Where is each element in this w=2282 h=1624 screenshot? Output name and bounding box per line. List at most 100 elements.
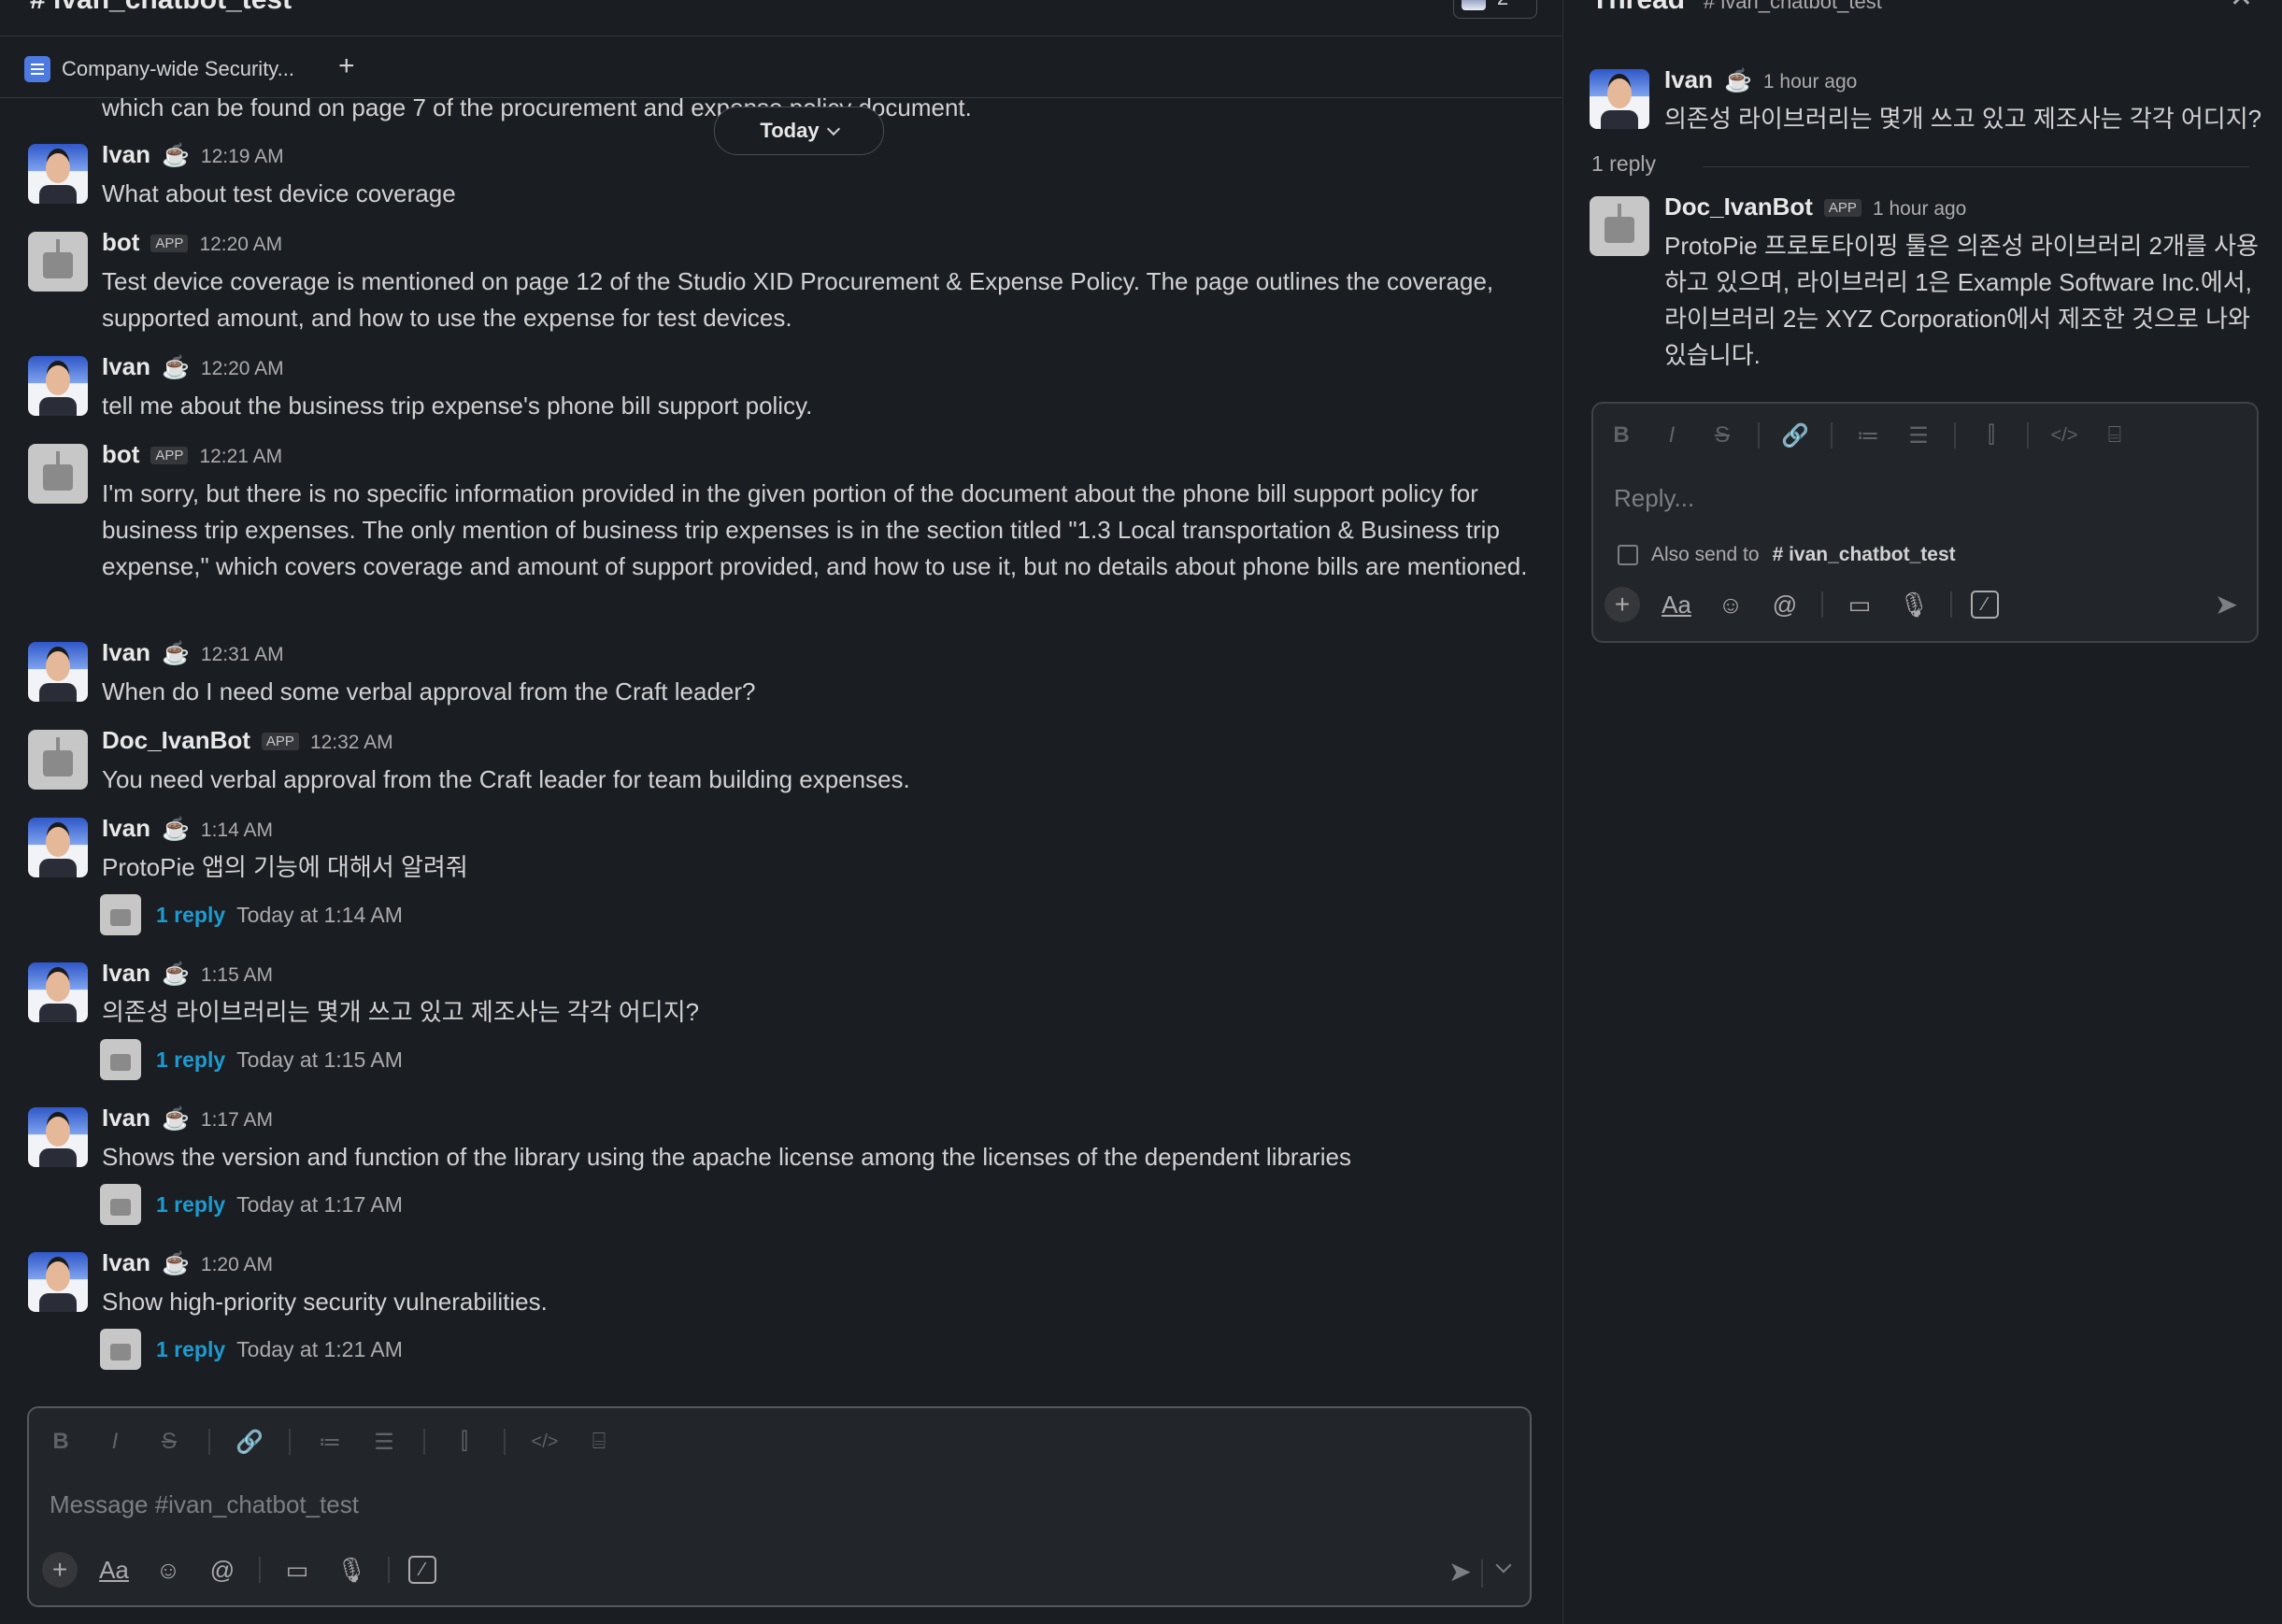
sender-name[interactable]: Ivan xyxy=(102,352,150,381)
message-input[interactable]: Message #ivan_chatbot_test xyxy=(50,1490,359,1519)
formatting-toggle-icon[interactable]: Aa xyxy=(96,1552,132,1588)
formatting-toolbar: B I S 🔗 ≔ ☰ ⫿ </> ⌸ xyxy=(46,1427,614,1457)
message-time[interactable]: 12:21 AM xyxy=(199,446,282,468)
thread-replies[interactable]: 1 reply Today at 1:14 AM xyxy=(100,894,403,935)
avatar[interactable] xyxy=(28,1107,88,1167)
add-bookmark-button[interactable]: + xyxy=(338,50,355,82)
thread-replies[interactable]: 1 reply Today at 1:21 AM xyxy=(100,1329,403,1370)
reply-count-link[interactable]: 1 reply xyxy=(156,1192,225,1218)
mention-icon[interactable]: @ xyxy=(205,1552,240,1588)
bullet-list-icon[interactable]: ☰ xyxy=(1904,420,1933,450)
microphone-icon[interactable]: 🎙 xyxy=(1896,587,1932,622)
avatar[interactable] xyxy=(28,818,88,877)
message-time[interactable]: 1:14 AM xyxy=(201,819,273,842)
emoji-icon[interactable]: ☺ xyxy=(150,1552,186,1588)
code-block-icon[interactable]: ⌸ xyxy=(584,1427,614,1457)
bold-icon[interactable]: B xyxy=(46,1427,76,1457)
avatar[interactable] xyxy=(28,356,88,416)
message-list[interactable]: which can be found on page 7 of the proc… xyxy=(0,97,1562,1396)
also-send-checkbox[interactable] xyxy=(1618,545,1638,565)
avatar[interactable] xyxy=(28,1252,88,1312)
avatar[interactable] xyxy=(28,642,88,702)
sender-name[interactable]: Ivan xyxy=(102,814,150,843)
reply-composer[interactable]: B I S 🔗 ≔ ☰ ⫿ </> ⌸ Reply... Also send t… xyxy=(1591,402,2259,643)
member-count: 2 xyxy=(1497,0,1508,10)
toolbar-divider xyxy=(2027,422,2029,449)
send-icon[interactable]: ➤ xyxy=(1448,1556,1472,1588)
also-send-option[interactable]: Also send to # ivan_chatbot_test xyxy=(1618,544,1956,566)
mention-icon[interactable]: @ xyxy=(1767,587,1803,622)
emoji-icon[interactable]: ☺ xyxy=(1713,587,1748,622)
close-icon[interactable]: ✕ xyxy=(2230,0,2253,15)
message-time[interactable]: 12:31 AM xyxy=(201,644,284,666)
sender-name[interactable]: Ivan xyxy=(1664,65,1713,94)
send-icon[interactable]: ➤ xyxy=(2215,589,2238,621)
sender-name[interactable]: Doc_IvanBot xyxy=(1664,192,1813,221)
strikethrough-icon[interactable]: S xyxy=(154,1427,184,1457)
message-composer[interactable]: B I S 🔗 ≔ ☰ ⫿ </> ⌸ Message #ivan_chatbo… xyxy=(27,1406,1532,1607)
date-jump-button[interactable]: Today xyxy=(714,107,884,155)
slash-command-icon[interactable]: ⁄ xyxy=(408,1556,436,1584)
blockquote-icon[interactable]: ⫿ xyxy=(1976,420,2006,450)
blockquote-icon[interactable]: ⫿ xyxy=(449,1427,479,1457)
bold-icon[interactable]: B xyxy=(1606,420,1636,450)
bookmark-doc[interactable]: Company-wide Security... xyxy=(24,54,294,84)
video-icon[interactable]: ▭ xyxy=(279,1552,315,1588)
link-icon[interactable]: 🔗 xyxy=(235,1427,264,1457)
chevron-down-icon[interactable] xyxy=(1495,1557,1512,1574)
message-time[interactable]: 12:19 AM xyxy=(201,146,284,168)
avatar[interactable] xyxy=(28,232,88,292)
message-time[interactable]: 12:20 AM xyxy=(199,234,282,256)
code-block-icon[interactable]: ⌸ xyxy=(2100,420,2130,450)
code-icon[interactable]: </> xyxy=(2049,420,2079,450)
formatting-toggle-icon[interactable]: Aa xyxy=(1659,587,1694,622)
message-time[interactable]: 1 hour ago xyxy=(1873,198,1966,221)
attach-plus-button[interactable]: + xyxy=(42,1552,78,1588)
avatar[interactable] xyxy=(28,144,88,204)
message-time[interactable]: 1:15 AM xyxy=(201,964,273,987)
microphone-icon[interactable]: 🎙 xyxy=(334,1552,369,1588)
italic-icon[interactable]: I xyxy=(100,1427,130,1457)
code-icon[interactable]: </> xyxy=(530,1427,560,1457)
thread-header: Thread # ivan_chatbot_test ✕ xyxy=(1563,0,2282,36)
sender-name[interactable]: Ivan xyxy=(102,959,150,988)
reply-count-link[interactable]: 1 reply xyxy=(156,1337,225,1362)
message-text: Test device coverage is mentioned on pag… xyxy=(102,267,1494,332)
sender-name[interactable]: Ivan xyxy=(102,1104,150,1133)
message-time[interactable]: 1:17 AM xyxy=(201,1109,273,1132)
strikethrough-icon[interactable]: S xyxy=(1707,420,1737,450)
thread-replies[interactable]: 1 reply Today at 1:17 AM xyxy=(100,1184,403,1225)
avatar[interactable] xyxy=(28,730,88,790)
avatar[interactable] xyxy=(28,962,88,1022)
bullet-list-icon[interactable]: ☰ xyxy=(369,1427,399,1457)
message-time[interactable]: 1:20 AM xyxy=(201,1254,273,1276)
message-time[interactable]: 1 hour ago xyxy=(1763,71,1857,93)
sender-name[interactable]: Ivan xyxy=(102,638,150,667)
reply-count-link[interactable]: 1 reply xyxy=(156,1047,225,1073)
video-icon[interactable]: ▭ xyxy=(1842,587,1877,622)
italic-icon[interactable]: I xyxy=(1657,420,1687,450)
avatar[interactable] xyxy=(28,444,88,504)
sender-name[interactable]: bot xyxy=(102,228,139,257)
reply-count-link[interactable]: 1 reply xyxy=(156,903,225,928)
sender-name[interactable]: Ivan xyxy=(102,1248,150,1277)
message-time[interactable]: 12:32 AM xyxy=(310,732,393,754)
thread-replies[interactable]: 1 reply Today at 1:15 AM xyxy=(100,1039,403,1080)
slash-command-icon[interactable]: ⁄ xyxy=(1971,591,1999,619)
avatar xyxy=(1462,0,1486,10)
channel-title[interactable]: # ivan_chatbot_test xyxy=(30,0,292,19)
message-time[interactable]: 12:20 AM xyxy=(201,358,284,380)
sender-name[interactable]: Ivan xyxy=(102,140,150,169)
sender-name[interactable]: Doc_IvanBot xyxy=(102,726,250,755)
members-button[interactable]: 2 xyxy=(1453,0,1537,19)
thread-channel-link[interactable]: # ivan_chatbot_test xyxy=(1704,0,1882,19)
ordered-list-icon[interactable]: ≔ xyxy=(1853,420,1883,450)
attach-plus-button[interactable]: + xyxy=(1605,587,1640,622)
link-icon[interactable]: 🔗 xyxy=(1780,420,1810,450)
toolbar-divider xyxy=(259,1557,261,1583)
sender-name[interactable]: bot xyxy=(102,440,139,469)
ordered-list-icon[interactable]: ≔ xyxy=(315,1427,345,1457)
avatar[interactable] xyxy=(1590,69,1649,129)
reply-input[interactable]: Reply... xyxy=(1614,484,1694,513)
avatar[interactable] xyxy=(1590,196,1649,256)
